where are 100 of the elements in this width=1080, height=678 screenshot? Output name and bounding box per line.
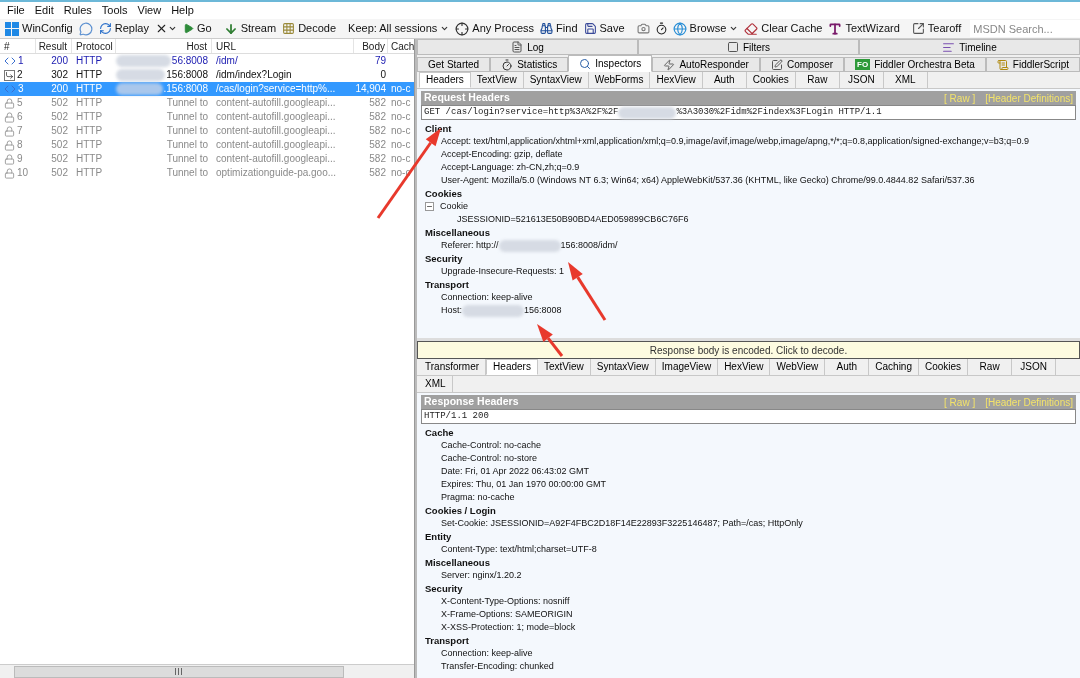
column-header[interactable]: Protocol xyxy=(72,39,116,53)
menu-item[interactable]: File xyxy=(3,2,29,19)
session-row[interactable]: 5 502 HTTP Tunnel to content-autofill.googleapi... 582 no-c xyxy=(0,96,414,110)
request-line-field: GET /cas/login?service=http%3A%2F%2F %3A3030%2Fidm%2Findex%3FLogin HTTP/1.1 xyxy=(421,105,1076,120)
header-line: Accept-Language: zh-CN,zh;q=0.9 xyxy=(440,161,581,174)
session-row[interactable]: 6 502 HTTP Tunnel to content-autofill.googleapi... 582 no-c xyxy=(0,110,414,124)
header-line-text: 156:8008/idm/ xyxy=(560,239,618,252)
header-line: Connection: keep-alive xyxy=(440,291,534,304)
config-button[interactable]: WinConfig xyxy=(2,19,76,38)
table-cell: 302 xyxy=(51,69,68,80)
column-header[interactable]: Host xyxy=(116,39,212,53)
column-header[interactable]: URL xyxy=(212,39,354,53)
tab[interactable]: AutoResponder xyxy=(652,57,760,72)
header-line: Cache-Control: no-cache xyxy=(440,439,543,452)
tab[interactable]: FiddlerScript xyxy=(985,57,1080,72)
table-cell: 582 xyxy=(369,153,386,164)
grip-icon xyxy=(175,668,183,675)
tab[interactable]: Timeline xyxy=(859,39,1080,55)
table-cell: HTTP xyxy=(76,55,103,66)
refresh-arrows-icon xyxy=(98,22,112,35)
header-line: Date: Fri, 01 Apr 2022 06:43:02 GMT xyxy=(440,465,591,478)
binoculars-icon xyxy=(540,22,554,35)
menu-item[interactable]: Tools xyxy=(97,2,132,19)
header-line-text: Referer: http:// xyxy=(441,239,499,252)
table-cell: 582 xyxy=(369,125,386,136)
table-cell: 502 xyxy=(51,139,68,150)
header-line: Upgrade-Insecure-Requests: 1 xyxy=(440,265,566,278)
column-header[interactable]: Result xyxy=(36,39,72,53)
tab[interactable]: Composer xyxy=(759,57,845,72)
menu-item[interactable]: View xyxy=(133,2,166,19)
replay-button[interactable]: Replay xyxy=(95,19,152,38)
header-line: Transfer-Encoding: chunked xyxy=(440,660,555,673)
table-cell: 502 xyxy=(51,111,68,122)
horizontal-scrollbar[interactable] xyxy=(0,664,414,678)
minus-icon xyxy=(426,203,433,210)
code-brackets-icon xyxy=(4,83,16,95)
header-line-text: Host: xyxy=(441,304,462,317)
save-button[interactable]: Save xyxy=(580,19,628,38)
session-row[interactable]: 8 502 HTTP Tunnel to content-autofill.googleapi... 582 no-c xyxy=(0,138,414,152)
compose-icon xyxy=(770,58,783,71)
tab[interactable]: FO Fiddler Orchestra Beta xyxy=(844,57,986,72)
tearoff-button[interactable]: Tearoff xyxy=(908,19,965,38)
group-heading: Cookies / Login xyxy=(424,504,497,517)
find-button[interactable]: Find xyxy=(537,19,581,38)
table-cell: HTTP xyxy=(76,69,103,80)
session-row[interactable]: 7 502 HTTP Tunnel to content-autofill.googleapi... 582 no-c xyxy=(0,124,414,138)
letter-t-icon xyxy=(828,21,843,36)
tab[interactable]: Statistics xyxy=(490,57,569,72)
table-cell: Tunnel to xyxy=(166,124,208,138)
save-icon xyxy=(583,22,597,35)
group-heading: Cache xyxy=(424,426,455,439)
menu-item[interactable]: Edit xyxy=(30,2,58,19)
detach-window-icon xyxy=(911,22,925,35)
column-header[interactable]: Body xyxy=(354,39,388,53)
group-heading: Security xyxy=(424,582,464,595)
stream-button[interactable]: Stream xyxy=(220,19,280,38)
search-field[interactable]: MSDN Search... xyxy=(970,20,1080,37)
table-cell: HTTP xyxy=(76,139,103,150)
keep-sessions-dropdown[interactable]: Keep: All sessions xyxy=(345,19,453,38)
table-cell: 502 xyxy=(51,153,68,164)
row-number: 9 xyxy=(17,152,23,166)
decode-notice[interactable]: Response body is encoded. Click to decode. xyxy=(417,341,1080,359)
row-number: 10 xyxy=(17,166,29,180)
table-cell: /cas/login?service=http%... xyxy=(216,83,336,94)
row-number: 5 xyxy=(17,96,23,110)
table-cell: Tunnel to xyxy=(166,152,208,166)
browse-button[interactable]: Browse xyxy=(669,19,742,38)
session-row[interactable]: 1 200 HTTP 56:8008 /idm/ 79 xyxy=(0,54,414,68)
group-heading: Security xyxy=(424,252,464,265)
menu-item[interactable]: Help xyxy=(167,2,198,19)
decode-button[interactable]: Decode xyxy=(279,19,340,38)
tab[interactable]: Get Started xyxy=(417,57,491,72)
annotation-arrow xyxy=(568,262,607,321)
table-cell: 14,904 xyxy=(355,83,386,94)
session-row[interactable]: 9 502 HTTP Tunnel to content-autofill.googleapi... 582 no-c xyxy=(0,152,414,166)
tab[interactable]: Headers xyxy=(419,72,471,88)
cookie-value: JSESSIONID=521613E50B90BD4AED059899CB6C76F6 xyxy=(456,213,690,226)
code-brackets-icon xyxy=(4,55,16,67)
collapse-toggle[interactable] xyxy=(425,202,434,211)
section-title: Response Headers xyxy=(424,394,519,410)
go-button[interactable]: Go xyxy=(180,19,215,38)
session-row[interactable]: 2 302 HTTP 156:8008 /idm/index?Login 0 xyxy=(0,68,414,82)
row-number: 7 xyxy=(17,124,23,138)
header-line: Connection: keep-alive xyxy=(440,647,534,660)
tab[interactable]: Inspectors xyxy=(568,55,653,72)
tab[interactable]: Log xyxy=(417,39,638,55)
table-cell: HTTP xyxy=(76,97,103,108)
tab[interactable]: Filters xyxy=(638,39,859,55)
text-wizard-button[interactable]: TextWizard xyxy=(825,19,903,38)
tab[interactable]: Headers xyxy=(486,359,538,375)
camera-icon xyxy=(636,22,650,35)
clear-cache-button[interactable]: Clear Cache xyxy=(741,19,826,38)
menu-item[interactable]: Rules xyxy=(59,2,96,19)
column-header[interactable]: # xyxy=(0,39,36,53)
stopwatch-icon xyxy=(654,22,668,35)
header-line: Expires: Thu, 01 Jan 1970 00:00:00 GMT xyxy=(440,478,607,491)
caret-icon xyxy=(729,24,739,33)
group-heading: Miscellaneous xyxy=(424,556,491,569)
process-filter-button[interactable]: Any Process xyxy=(452,19,538,38)
table-cell: 200 xyxy=(51,83,68,94)
